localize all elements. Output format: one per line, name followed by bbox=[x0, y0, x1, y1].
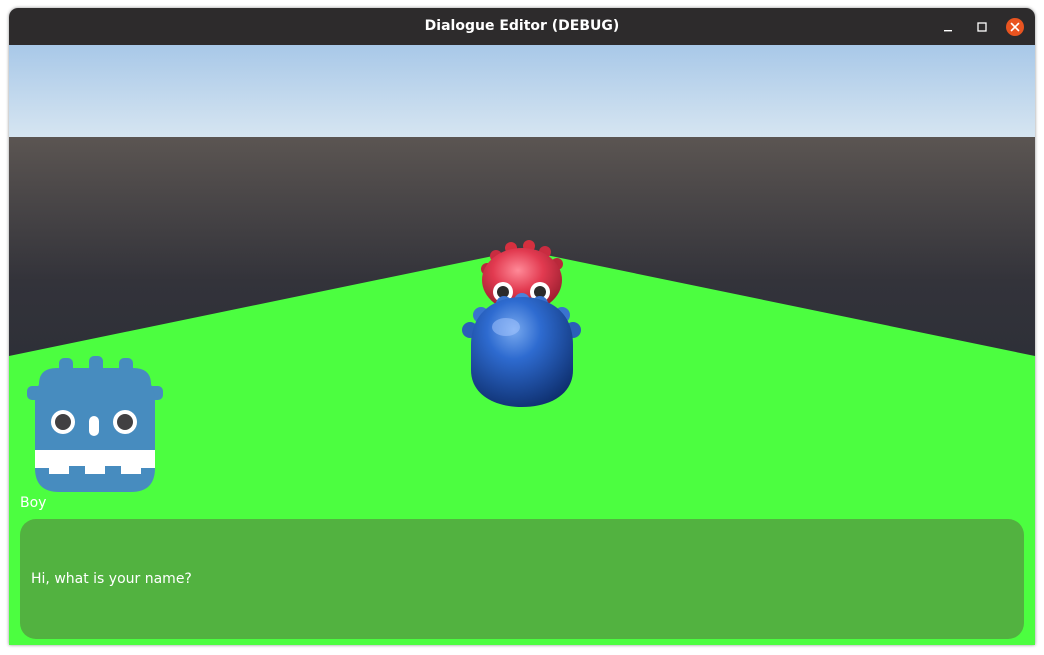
dialogue-box[interactable]: Hi, what is your name? bbox=[20, 519, 1024, 639]
godot-robot-icon bbox=[27, 356, 163, 492]
speaker-name: Boy bbox=[20, 495, 47, 511]
app-window: Dialogue Editor (DEBUG) Boy Hi, what is … bbox=[9, 8, 1035, 645]
sky bbox=[9, 45, 1035, 137]
maximize-icon bbox=[977, 22, 987, 32]
title-bar[interactable]: Dialogue Editor (DEBUG) bbox=[9, 8, 1035, 45]
blue-character bbox=[462, 293, 581, 407]
minimize-icon bbox=[944, 30, 952, 32]
dialogue-text: Hi, what is your name? bbox=[31, 571, 192, 587]
game-viewport[interactable]: Boy Hi, what is your name? bbox=[9, 45, 1035, 645]
close-icon bbox=[1006, 18, 1024, 36]
minimize-button[interactable] bbox=[938, 17, 958, 37]
maximize-button[interactable] bbox=[972, 17, 992, 37]
close-button[interactable] bbox=[1005, 17, 1025, 37]
window-title: Dialogue Editor (DEBUG) bbox=[424, 18, 620, 34]
